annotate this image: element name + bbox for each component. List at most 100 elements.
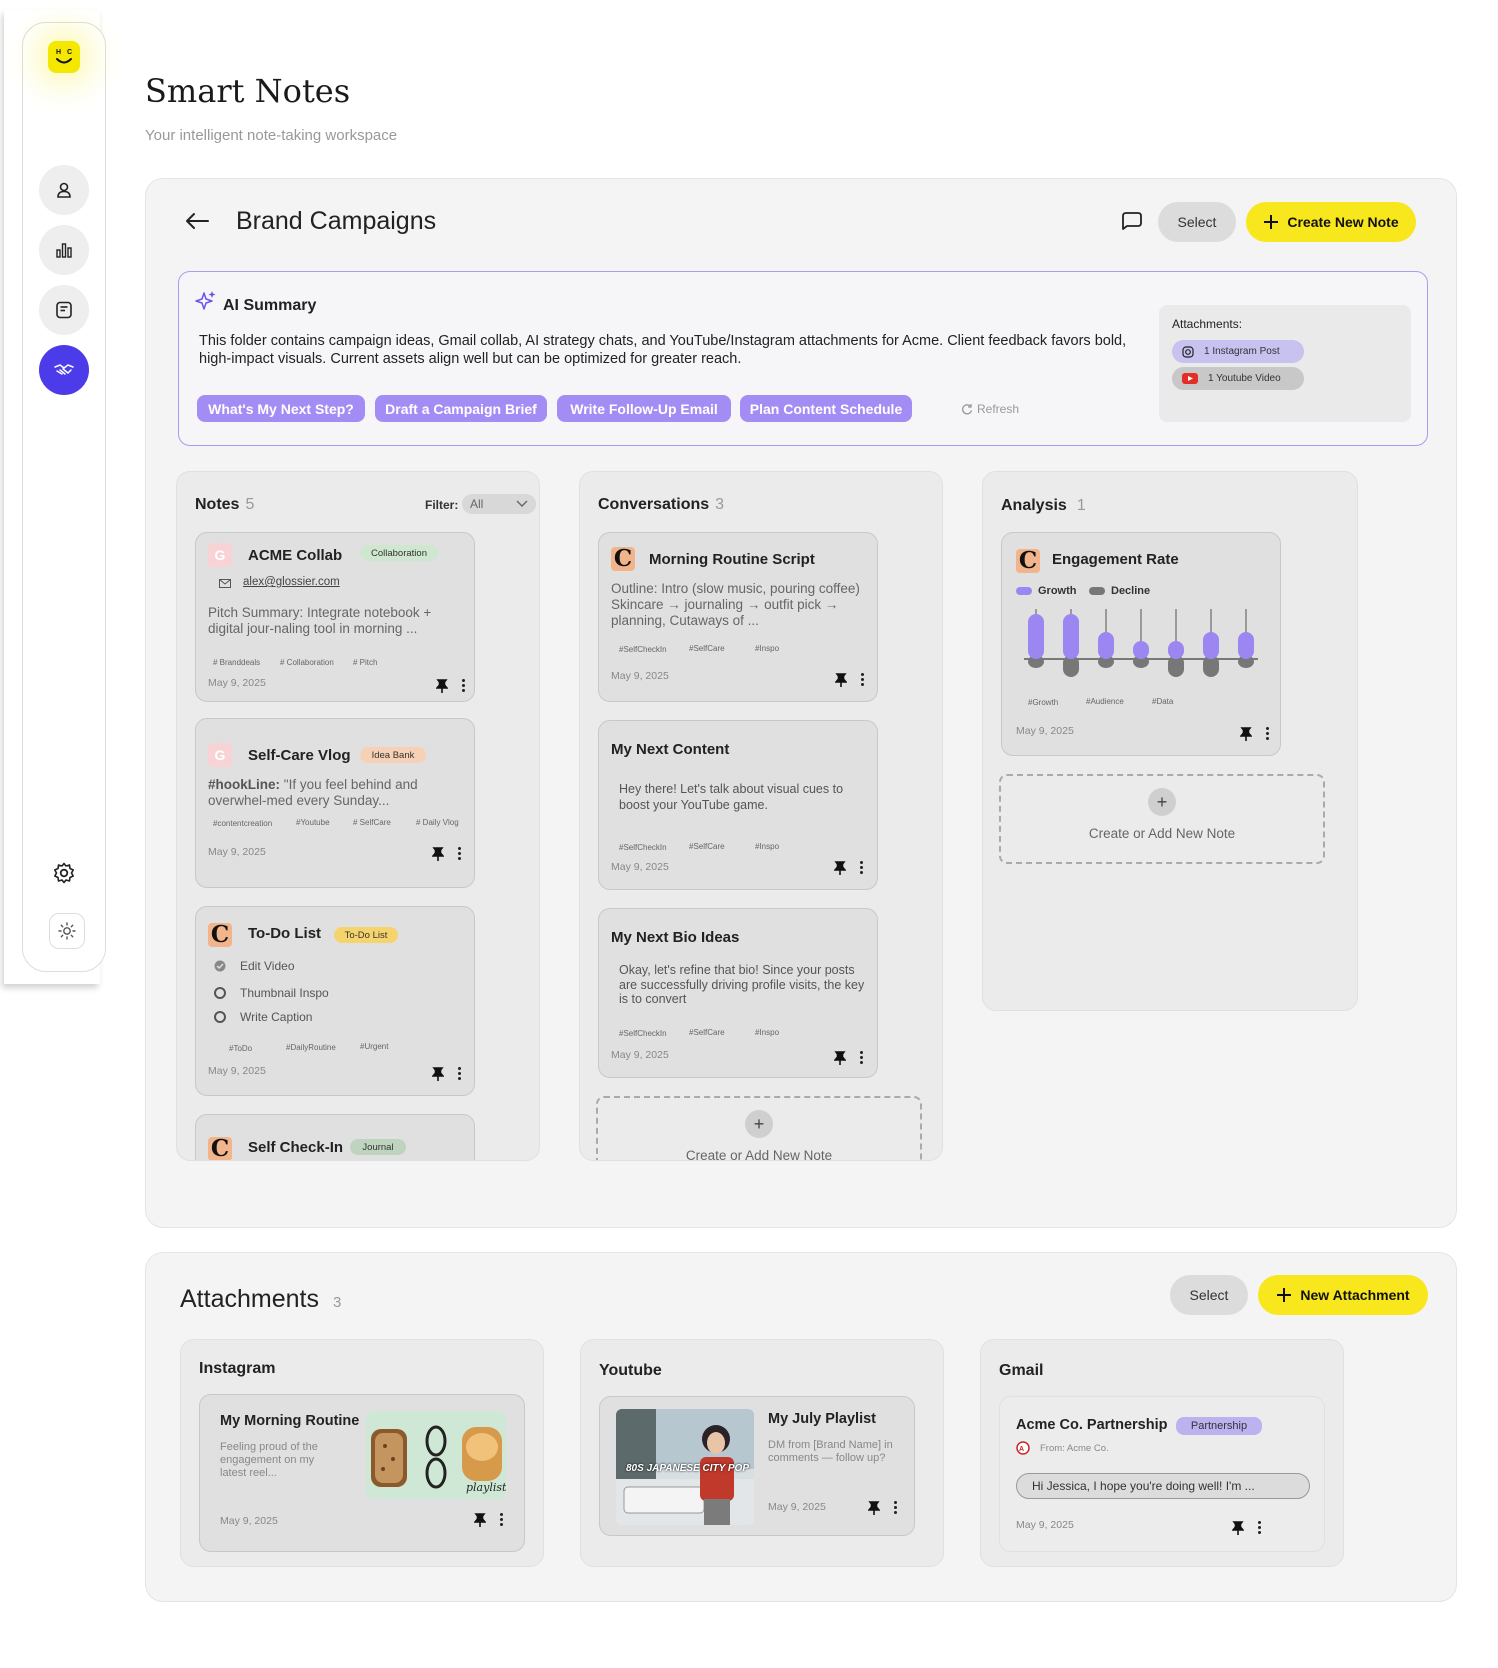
conversation-card-morning-routine[interactable]: C Morning Routine Script Outline: Intro … — [598, 532, 878, 702]
conversation-title: My Next Content — [611, 741, 730, 758]
instagram-icon — [1182, 345, 1194, 358]
gmail-attachment-card[interactable]: Acme Co. Partnership Partnership A From:… — [999, 1396, 1325, 1552]
pin-icon[interactable] — [432, 1067, 444, 1081]
folder-title: Brand Campaigns — [236, 207, 437, 235]
note-tag: Collaboration — [360, 545, 438, 561]
pin-icon[interactable] — [834, 861, 846, 875]
chat-button[interactable] — [1121, 211, 1143, 236]
hashtag: #contentcreation — [213, 819, 273, 828]
new-attachment-button[interactable]: New Attachment — [1258, 1275, 1428, 1315]
instagram-attachment-chip[interactable]: 1 Instagram Post — [1172, 340, 1304, 363]
c-brand-logo-icon: C — [208, 923, 232, 947]
chip-follow-up-email[interactable]: Write Follow-Up Email — [557, 395, 731, 422]
more-options-icon[interactable] — [861, 673, 865, 688]
sidebar-item-profile[interactable] — [39, 165, 89, 215]
more-options-icon[interactable] — [1266, 727, 1270, 742]
c-brand-logo-icon: C — [611, 547, 635, 571]
smiley-logo-icon[interactable]: HC — [48, 41, 80, 73]
more-options-icon[interactable] — [458, 847, 462, 862]
analysis-column-title: Analysis 1 — [1001, 497, 1086, 515]
instagram-attachment-card[interactable]: My Morning Routine Feeling proud of the … — [199, 1394, 525, 1552]
note-card-todo-list[interactable]: C To-Do List To-Do List Edit Video Thumb… — [195, 906, 475, 1096]
sidebar-item-notes[interactable] — [39, 285, 89, 335]
youtube-attachment-card[interactable]: 80S JAPANESE CITY POP My July Playlist D… — [599, 1396, 915, 1536]
hashtag: # Branddeals — [213, 658, 261, 667]
more-options-icon[interactable] — [860, 861, 864, 876]
analysis-title-text: Analysis — [1001, 497, 1067, 514]
note-card-acme-collab[interactable]: G ACME Collab Collaboration alex@glossie… — [195, 532, 475, 702]
youtube-attachment-chip[interactable]: 1 Youtube Video — [1172, 367, 1304, 390]
pin-icon[interactable] — [436, 679, 448, 693]
chip-campaign-brief[interactable]: Draft a Campaign Brief — [375, 395, 547, 422]
pin-icon[interactable] — [1232, 1521, 1244, 1535]
page-subtitle: Your intelligent note-taking workspace — [145, 127, 398, 144]
add-analysis-label: Create or Add New Note — [1088, 826, 1236, 841]
select-button[interactable]: Select — [1158, 202, 1236, 242]
youtube-card-body: DM from [Brand Name] in comments — follo… — [768, 1439, 893, 1464]
attachments-title: Attachments 3 — [180, 1285, 341, 1314]
refresh-button[interactable]: Refresh — [961, 402, 1019, 416]
add-analysis-button[interactable]: + Create or Add New Note — [999, 774, 1325, 864]
note-title: Self Check-In — [248, 1139, 344, 1156]
hashtag: #SelfCare — [689, 644, 725, 653]
settings-button[interactable] — [49, 858, 79, 888]
conversation-body: Outline: Intro (slow music, pouring coff… — [611, 581, 860, 628]
create-new-note-button[interactable]: Create New Note — [1246, 202, 1416, 242]
gmail-preview[interactable]: Hi Jessica, I hope you're doing well! I'… — [1016, 1473, 1310, 1499]
back-button[interactable] — [184, 211, 210, 236]
conversations-title-text: Conversations — [598, 496, 710, 513]
note-title: Self-Care Vlog — [248, 747, 351, 764]
add-conversation-label: Create or Add New Note — [685, 1148, 833, 1161]
pin-icon[interactable] — [474, 1513, 486, 1527]
theme-toggle[interactable] — [49, 913, 85, 949]
pin-icon[interactable] — [1240, 727, 1252, 741]
more-options-icon[interactable] — [860, 1051, 864, 1066]
pin-icon[interactable] — [834, 1051, 846, 1065]
more-options-icon[interactable] — [458, 1067, 462, 1082]
more-options-icon[interactable] — [462, 679, 466, 694]
note-card-self-check-in[interactable]: C Self Check-In Journal — [195, 1114, 475, 1160]
handshake-icon — [54, 364, 74, 375]
chart-bar-growth — [1203, 632, 1219, 659]
chip-next-step[interactable]: What's My Next Step? — [197, 395, 365, 422]
analysis-date: May 9, 2025 — [1016, 725, 1074, 737]
pin-icon[interactable] — [835, 673, 847, 687]
note-date: May 9, 2025 — [208, 846, 266, 858]
pin-icon[interactable] — [868, 1501, 880, 1515]
note-tag: To-Do List — [334, 927, 398, 943]
chart-bar-growth — [1133, 641, 1149, 659]
plus-icon: + — [745, 1110, 773, 1138]
more-options-icon[interactable] — [894, 1501, 898, 1516]
more-options-icon[interactable] — [1258, 1521, 1262, 1536]
notes-column: Notes 5 Filter: All G ACME Collab Collabo… — [176, 471, 540, 1161]
legend-swatch-decline — [1089, 587, 1105, 595]
page-title: Smart Notes — [145, 72, 351, 110]
todo-item[interactable]: Write Caption — [214, 1010, 312, 1024]
sidebar-item-collabs[interactable] — [39, 345, 89, 395]
todo-item[interactable]: Thumbnail Inspo — [214, 986, 329, 1000]
more-options-icon[interactable] — [500, 1513, 504, 1528]
pin-icon[interactable] — [432, 847, 444, 861]
attachments-select-button[interactable]: Select — [1170, 1275, 1248, 1315]
plus-icon — [1264, 215, 1279, 229]
analysis-card-engagement-rate[interactable]: C Engagement Rate Growth Decline #Growth… — [1001, 532, 1281, 756]
ai-attachments-label: Attachments: — [1172, 317, 1243, 331]
hashtag: # Pitch — [353, 658, 378, 667]
svg-text:C: C — [67, 49, 72, 56]
add-conversation-button[interactable]: + Create or Add New Note — [596, 1096, 922, 1161]
folder-panel: Brand Campaigns Select Create New Note A… — [145, 178, 1457, 1228]
filter-select[interactable]: All — [462, 494, 536, 514]
note-email-link[interactable]: alex@glossier.com — [243, 576, 340, 588]
conversation-card-next-content[interactable]: My Next Content Hey there! Let's talk ab… — [598, 720, 878, 890]
sidebar-item-analytics[interactable] — [39, 225, 89, 275]
note-card-self-care-vlog[interactable]: G Self-Care Vlog Idea Bank #hookLine: "I… — [195, 718, 475, 888]
instagram-thumbnail: playlist — [366, 1411, 506, 1499]
c-brand-logo-icon: C — [1016, 549, 1040, 573]
todo-item[interactable]: Edit Video — [214, 959, 295, 973]
conversation-card-bio-ideas[interactable]: My Next Bio Ideas Okay, let's refine tha… — [598, 908, 878, 1078]
ai-attachments-box: Attachments: 1 Instagram Post 1 Youtube … — [1159, 305, 1411, 422]
hashtag: #SelfCheckIn — [619, 1029, 667, 1038]
filter-label: Filter: — [425, 498, 459, 512]
chat-bubble-icon — [1122, 212, 1142, 230]
chip-content-schedule[interactable]: Plan Content Schedule — [740, 395, 912, 422]
